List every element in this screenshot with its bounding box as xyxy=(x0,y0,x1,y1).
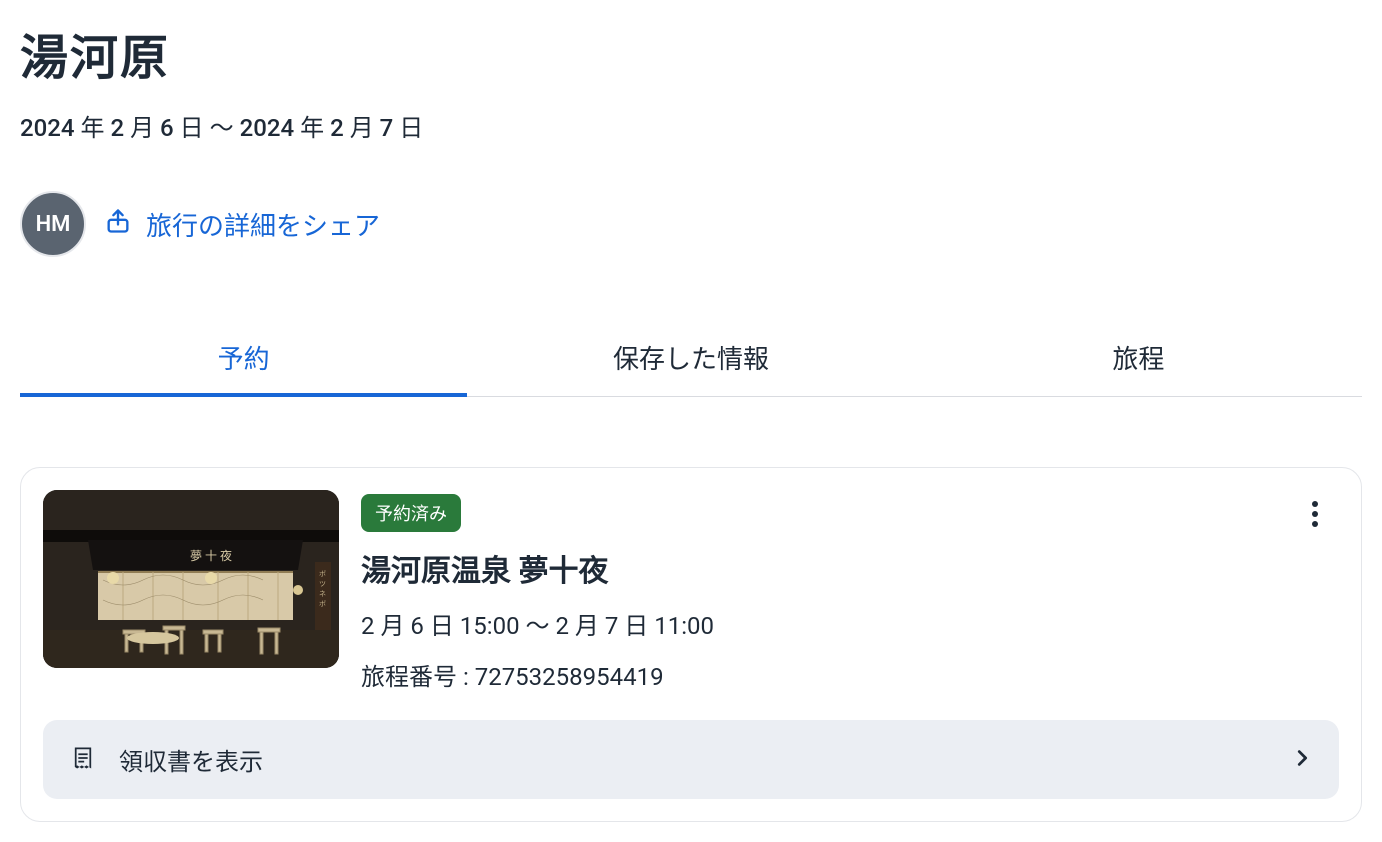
more-icon-dot xyxy=(1312,501,1318,507)
svg-text:ボ: ボ xyxy=(319,570,326,578)
svg-text:ボ: ボ xyxy=(319,600,326,608)
more-icon-dot xyxy=(1312,511,1318,517)
trip-tabs: 予約 保存した情報 旅程 xyxy=(20,317,1362,397)
checkin-checkout: 2 月 6 日 15:00 〜 2 月 7 日 11:00 xyxy=(361,606,1339,641)
receipt-icon xyxy=(69,744,97,776)
tab-itinerary[interactable]: 旅程 xyxy=(915,317,1362,396)
hotel-name: 湯河原温泉 夢十夜 xyxy=(361,546,1339,590)
more-options-button[interactable] xyxy=(1295,494,1335,534)
hotel-image: ボ ツ ネ ボ 夢 十 夜 xyxy=(43,490,339,668)
itinerary-value: 72753258954419 xyxy=(475,663,664,691)
itinerary-label: 旅程番号 : xyxy=(361,663,469,691)
receipt-label: 領収書を表示 xyxy=(119,742,1269,777)
more-icon-dot xyxy=(1312,521,1318,527)
view-receipt-button[interactable]: 領収書を表示 xyxy=(43,720,1339,799)
trip-title: 湯河原 xyxy=(20,18,1362,88)
itinerary-number: 旅程番号 : 72753258954419 xyxy=(361,657,1339,692)
tab-bookings[interactable]: 予約 xyxy=(20,317,467,396)
user-avatar[interactable]: HM xyxy=(20,191,86,257)
trip-date-range: 2024 年 2 月 6 日 〜 2024 年 2 月 7 日 xyxy=(20,108,1362,143)
status-badge: 予約済み xyxy=(361,494,461,532)
svg-text:ツ: ツ xyxy=(319,580,326,588)
chevron-right-icon xyxy=(1291,747,1313,773)
svg-text:ネ: ネ xyxy=(319,590,326,598)
tab-saved[interactable]: 保存した情報 xyxy=(467,317,914,396)
share-trip-label: 旅行の詳細をシェア xyxy=(146,206,380,243)
booking-card[interactable]: ボ ツ ネ ボ 夢 十 夜 xyxy=(20,467,1362,822)
share-icon xyxy=(104,207,132,242)
share-trip-button[interactable]: 旅行の詳細をシェア xyxy=(104,206,380,243)
svg-text:夢 十 夜: 夢 十 夜 xyxy=(190,548,232,563)
